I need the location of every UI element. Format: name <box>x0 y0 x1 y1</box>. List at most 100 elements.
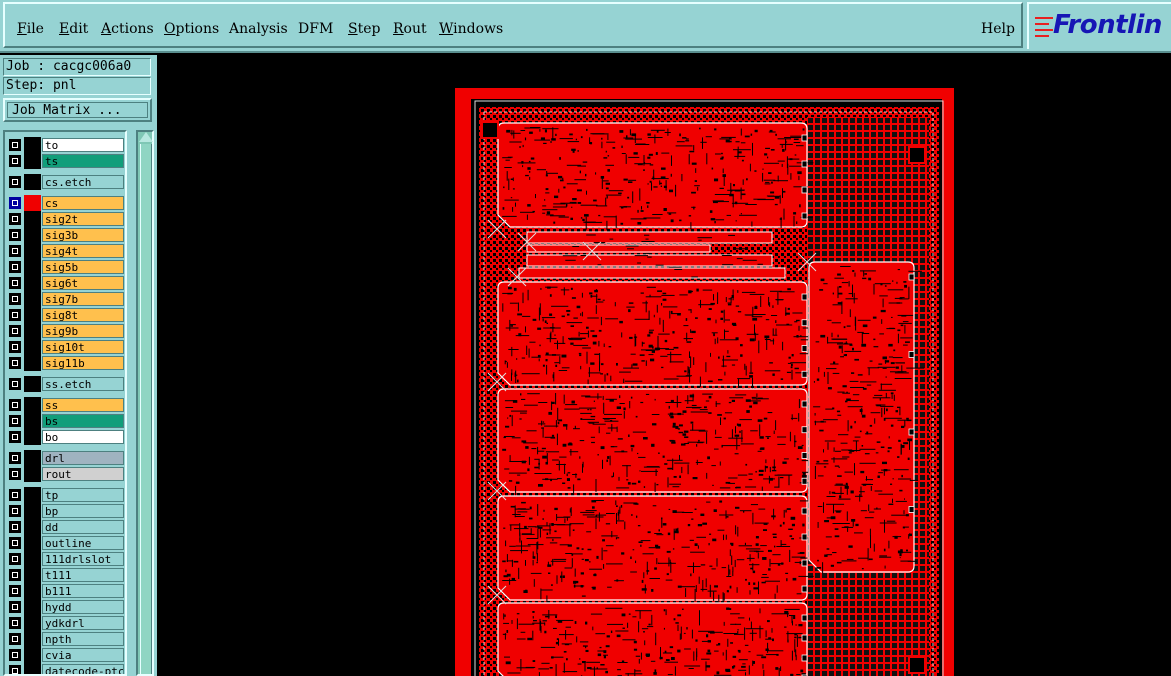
layer-checkbox[interactable] <box>9 309 21 321</box>
layer-name[interactable]: sig2t <box>42 212 124 226</box>
layer-name[interactable]: sig8t <box>42 308 124 322</box>
layer-checkbox[interactable] <box>9 665 21 674</box>
menu-dfm[interactable]: DFM <box>298 21 333 37</box>
menu-step[interactable]: Step <box>348 21 380 37</box>
layer-row-sig2t[interactable]: sig2t <box>5 211 125 227</box>
menu-actions[interactable]: Actions <box>101 21 154 37</box>
layer-checkbox[interactable] <box>9 468 21 480</box>
layer-name[interactable]: cs <box>42 196 124 210</box>
layer-name[interactable]: ts <box>42 154 124 168</box>
layer-checkbox[interactable] <box>9 341 21 353</box>
layer-name[interactable]: sig5b <box>42 260 124 274</box>
layer-name[interactable]: 111drlslot <box>42 552 124 566</box>
layer-color-swatch[interactable] <box>24 519 41 535</box>
layer-name[interactable]: datecode-ptc <box>42 664 124 674</box>
layer-color-swatch[interactable] <box>24 450 41 466</box>
menu-rout[interactable]: Rout <box>393 21 427 37</box>
layer-name[interactable]: sig7b <box>42 292 124 306</box>
layer-row-ts[interactable]: ts <box>5 153 125 169</box>
layer-name[interactable]: bp <box>42 504 124 518</box>
scroll-thumb[interactable] <box>140 144 152 674</box>
layer-row-dd[interactable]: dd <box>5 519 125 535</box>
layer-checkbox[interactable] <box>9 537 21 549</box>
layer-checkbox[interactable] <box>9 617 21 629</box>
layer-row-sig10t[interactable]: sig10t <box>5 339 125 355</box>
layer-color-swatch[interactable] <box>24 429 41 445</box>
layer-checkbox[interactable] <box>9 325 21 337</box>
layer-row-drl[interactable]: drl <box>5 450 125 466</box>
layer-name[interactable]: cs.etch <box>42 175 124 189</box>
layer-row-cs[interactable]: cs <box>5 195 125 211</box>
layer-row-ss[interactable]: ss <box>5 397 125 413</box>
graphic-editor-canvas[interactable] <box>157 55 1171 676</box>
layer-row-cvia[interactable]: cvia <box>5 647 125 663</box>
layer-checkbox[interactable] <box>9 277 21 289</box>
layer-row-sig11b[interactable]: sig11b <box>5 355 125 371</box>
layer-color-swatch[interactable] <box>24 355 41 371</box>
layer-checkbox[interactable] <box>9 261 21 273</box>
layer-color-swatch[interactable] <box>24 339 41 355</box>
layer-checkbox[interactable] <box>9 431 21 443</box>
layer-row-ydkdrl[interactable]: ydkdrl <box>5 615 125 631</box>
layer-row-bs[interactable]: bs <box>5 413 125 429</box>
layer-name[interactable]: npth <box>42 632 124 646</box>
layer-checkbox[interactable] <box>9 505 21 517</box>
layer-color-swatch[interactable] <box>24 535 41 551</box>
layer-checkbox[interactable] <box>9 197 21 209</box>
layer-color-swatch[interactable] <box>24 503 41 519</box>
layer-color-swatch[interactable] <box>24 631 41 647</box>
layer-color-swatch[interactable] <box>24 551 41 567</box>
layer-color-swatch[interactable] <box>24 153 41 169</box>
layer-checkbox[interactable] <box>9 357 21 369</box>
menu-edit[interactable]: Edit <box>59 21 88 37</box>
layer-row-sig3b[interactable]: sig3b <box>5 227 125 243</box>
layer-name[interactable]: ss.etch <box>42 377 124 391</box>
layer-name[interactable]: sig4t <box>42 244 124 258</box>
layer-color-swatch[interactable] <box>24 227 41 243</box>
layer-row-hydd[interactable]: hydd <box>5 599 125 615</box>
layer-name[interactable]: ss <box>42 398 124 412</box>
layer-name[interactable]: sig11b <box>42 356 124 370</box>
layer-color-swatch[interactable] <box>24 259 41 275</box>
layer-color-swatch[interactable] <box>24 647 41 663</box>
layer-color-swatch[interactable] <box>24 275 41 291</box>
layer-color-swatch[interactable] <box>24 137 41 153</box>
layer-color-swatch[interactable] <box>24 376 41 392</box>
layer-color-swatch[interactable] <box>24 413 41 429</box>
layer-row-to[interactable]: to <box>5 137 125 153</box>
layer-color-swatch[interactable] <box>24 599 41 615</box>
layer-checkbox[interactable] <box>9 649 21 661</box>
layer-row-sig8t[interactable]: sig8t <box>5 307 125 323</box>
layer-checkbox[interactable] <box>9 601 21 613</box>
layer-name[interactable]: b111 <box>42 584 124 598</box>
layer-name[interactable]: sig3b <box>42 228 124 242</box>
layer-name[interactable]: sig9b <box>42 324 124 338</box>
layer-checkbox[interactable] <box>9 245 21 257</box>
layer-checkbox[interactable] <box>9 293 21 305</box>
menu-file[interactable]: File <box>17 21 44 37</box>
layer-row-rout[interactable]: rout <box>5 466 125 482</box>
menu-help[interactable]: Help <box>981 21 1015 37</box>
layer-color-swatch[interactable] <box>24 397 41 413</box>
layer-checkbox[interactable] <box>9 415 21 427</box>
layer-name[interactable]: to <box>42 138 124 152</box>
layer-row-ss-etch[interactable]: ss.etch <box>5 376 125 392</box>
layer-color-swatch[interactable] <box>24 615 41 631</box>
layer-checkbox[interactable] <box>9 213 21 225</box>
layer-checkbox[interactable] <box>9 399 21 411</box>
layer-checkbox[interactable] <box>9 633 21 645</box>
layer-name[interactable]: sig6t <box>42 276 124 290</box>
layer-row-bo[interactable]: bo <box>5 429 125 445</box>
menu-options[interactable]: Options <box>164 21 219 37</box>
layer-list[interactable]: to ts cs.etch cs sig2t sig3b sig4t sig5b sig6t si… <box>3 130 127 676</box>
layer-name[interactable]: sig10t <box>42 340 124 354</box>
layer-color-swatch[interactable] <box>24 487 41 503</box>
layer-list-scrollbar[interactable] <box>136 130 154 676</box>
layer-checkbox[interactable] <box>9 521 21 533</box>
layer-checkbox[interactable] <box>9 452 21 464</box>
layer-row-t111[interactable]: t111 <box>5 567 125 583</box>
layer-name[interactable]: dd <box>42 520 124 534</box>
layer-name[interactable]: hydd <box>42 600 124 614</box>
layer-row-b111[interactable]: b111 <box>5 583 125 599</box>
layer-checkbox[interactable] <box>9 229 21 241</box>
